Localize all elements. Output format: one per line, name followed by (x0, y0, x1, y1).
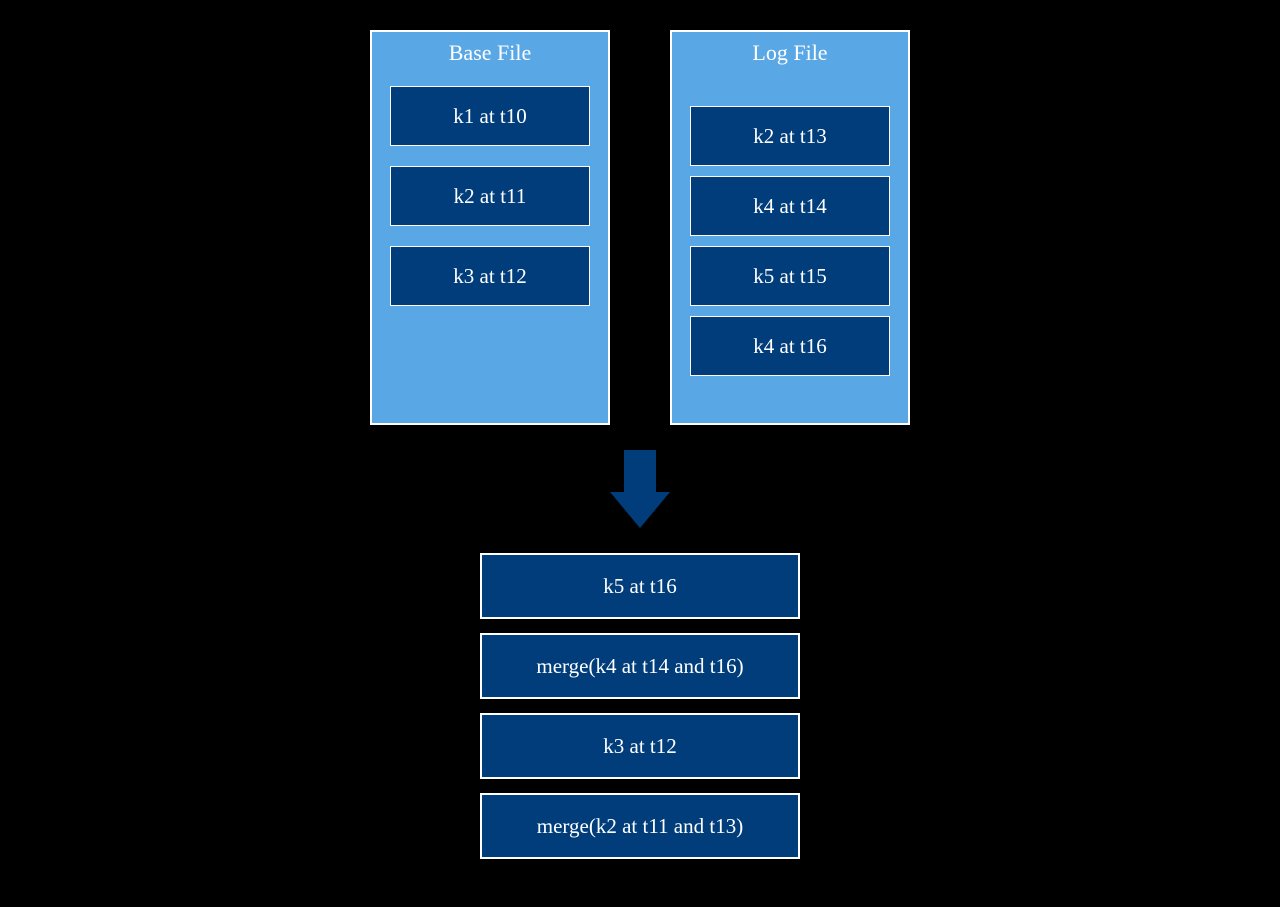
log-file-title: Log File (752, 40, 827, 66)
down-arrow-icon (610, 450, 670, 528)
log-file-box: Log File k2 at t13 k4 at t14 k5 at t15 k… (670, 30, 910, 425)
result-entry: k3 at t12 (480, 713, 800, 779)
base-file-entry: k1 at t10 (390, 86, 590, 146)
base-file-entry: k3 at t12 (390, 246, 590, 306)
log-file-entry: k2 at t13 (690, 106, 890, 166)
files-row: Base File k1 at t10 k2 at t11 k3 at t12 … (370, 30, 910, 425)
base-file-entry: k2 at t11 (390, 166, 590, 226)
result-entry: merge(k2 at t11 and t13) (480, 793, 800, 859)
log-file-entry: k4 at t16 (690, 316, 890, 376)
result-entry: k5 at t16 (480, 553, 800, 619)
base-file-box: Base File k1 at t10 k2 at t11 k3 at t12 (370, 30, 610, 425)
log-file-entry: k5 at t15 (690, 246, 890, 306)
result-entry: merge(k4 at t14 and t16) (480, 633, 800, 699)
result-column: k5 at t16 merge(k4 at t14 and t16) k3 at… (480, 553, 800, 859)
base-file-title: Base File (449, 40, 532, 66)
diagram-container: Base File k1 at t10 k2 at t11 k3 at t12 … (370, 30, 910, 859)
log-file-entry: k4 at t14 (690, 176, 890, 236)
